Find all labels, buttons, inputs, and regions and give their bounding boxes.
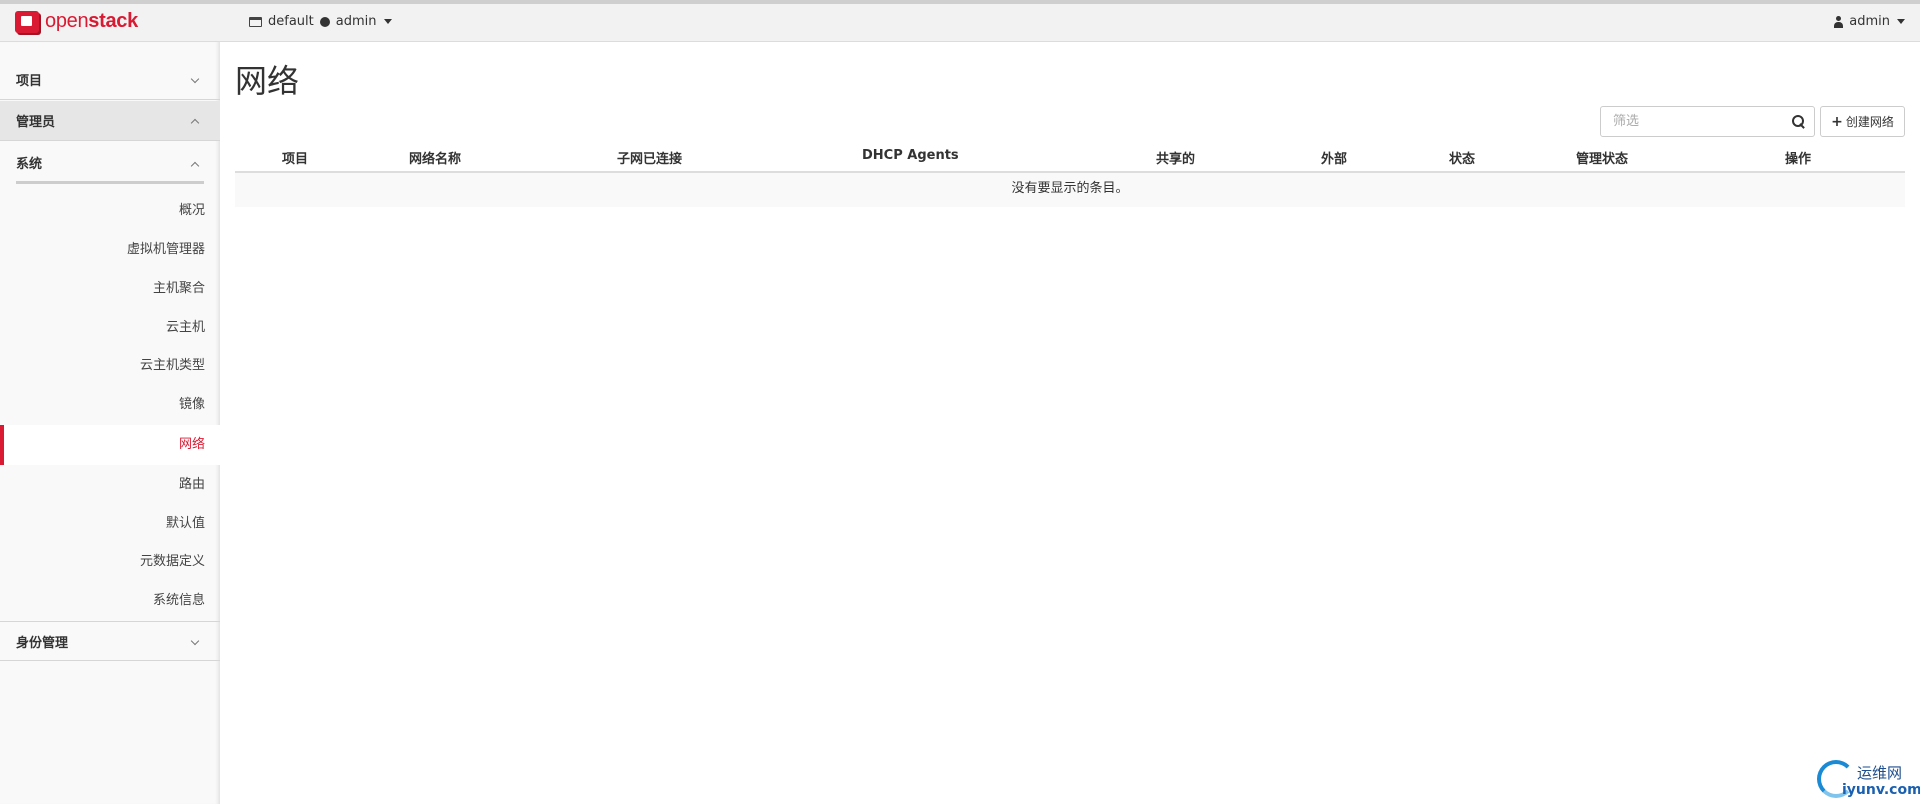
column-header-status[interactable]: 状态 <box>1449 148 1475 167</box>
chevron-down-icon <box>190 74 200 84</box>
sidebar-section-project[interactable]: 项目 <box>0 60 220 100</box>
column-header-actions: 操作 <box>1785 152 1812 167</box>
filter-box <box>1600 106 1815 137</box>
sidebar-section-admin[interactable]: 管理员 <box>0 101 220 141</box>
sidebar-section-label: 身份管理 <box>16 635 69 651</box>
chevron-down-icon <box>190 636 200 646</box>
table-header: 项目 网络名称 子网已连接 DHCP Agents 共享的 外部 状态 管理状态… <box>235 139 1905 173</box>
openstack-logo[interactable]: openstack <box>15 10 138 33</box>
sidebar: 项目 管理员 系统 概况 虚拟机管理器 主机聚合 云主机 云主机类型 镜像 网络… <box>0 42 220 804</box>
sidebar-subsection-system[interactable]: 系统 <box>16 144 204 184</box>
column-header-dhcp-agents[interactable]: DHCP Agents <box>862 148 959 163</box>
column-header-network-name[interactable]: 网络名称 <box>409 148 461 167</box>
sidebar-section-label: 管理员 <box>16 115 56 130</box>
domain-icon <box>249 16 262 27</box>
user-name: admin <box>1849 14 1890 29</box>
column-header-project[interactable]: 项目 <box>282 148 308 167</box>
project-name: admin <box>335 14 377 29</box>
chevron-up-icon <box>190 118 200 128</box>
user-icon <box>1833 15 1844 28</box>
top-navbar: openstack default admin admin <box>0 0 1920 42</box>
project-icon <box>319 16 330 27</box>
watermark-logo: 运维网 iyunv.com <box>1815 758 1920 804</box>
sidebar-item-instances[interactable]: 云主机 <box>0 308 220 347</box>
sidebar-section-identity[interactable]: 身份管理 <box>0 621 220 661</box>
sidebar-item-networks[interactable]: 网络 <box>0 425 220 465</box>
sidebar-item-flavors[interactable]: 云主机类型 <box>0 346 220 385</box>
create-network-button[interactable]: + 创建网络 <box>1820 106 1905 137</box>
create-network-label: 创建网络 <box>1845 115 1894 129</box>
sidebar-item-routers[interactable]: 路由 <box>0 465 220 504</box>
sidebar-subsection-label: 系统 <box>16 157 43 172</box>
watermark-en-text: iyunv.com <box>1842 782 1920 798</box>
empty-table-message: 没有要显示的条目。 <box>235 173 1905 207</box>
column-header-shared[interactable]: 共享的 <box>1156 148 1195 167</box>
networks-table: 项目 网络名称 子网已连接 DHCP Agents 共享的 外部 状态 管理状态… <box>235 139 1905 207</box>
watermark-cn-text: 运维网 <box>1857 764 1903 782</box>
openstack-logo-icon <box>15 10 39 33</box>
plus-icon: + <box>1831 113 1843 130</box>
page-title: 网络 <box>235 62 300 100</box>
sidebar-item-system-information[interactable]: 系统信息 <box>0 581 220 620</box>
brand-text: openstack <box>45 10 138 32</box>
domain-name: default <box>268 14 314 29</box>
sidebar-item-metadata-definitions[interactable]: 元数据定义 <box>0 542 220 581</box>
user-menu-dropdown[interactable]: admin <box>1833 14 1905 29</box>
sidebar-item-host-aggregates[interactable]: 主机聚合 <box>0 269 220 308</box>
sidebar-item-hypervisors[interactable]: 虚拟机管理器 <box>0 230 220 269</box>
search-icon[interactable] <box>1792 115 1805 128</box>
project-context-dropdown[interactable]: default admin <box>249 14 393 29</box>
column-header-external[interactable]: 外部 <box>1321 148 1347 167</box>
caret-down-icon <box>1897 19 1905 24</box>
column-header-subnets[interactable]: 子网已连接 <box>617 148 682 167</box>
chevron-up-icon <box>190 161 200 171</box>
sidebar-item-images[interactable]: 镜像 <box>0 385 220 424</box>
sidebar-section-label: 项目 <box>16 74 43 89</box>
filter-input[interactable] <box>1601 107 1781 136</box>
column-header-admin-state[interactable]: 管理状态 <box>1576 148 1628 167</box>
caret-down-icon <box>384 19 393 24</box>
sidebar-item-overview[interactable]: 概况 <box>0 191 220 230</box>
sidebar-item-defaults[interactable]: 默认值 <box>0 504 220 543</box>
